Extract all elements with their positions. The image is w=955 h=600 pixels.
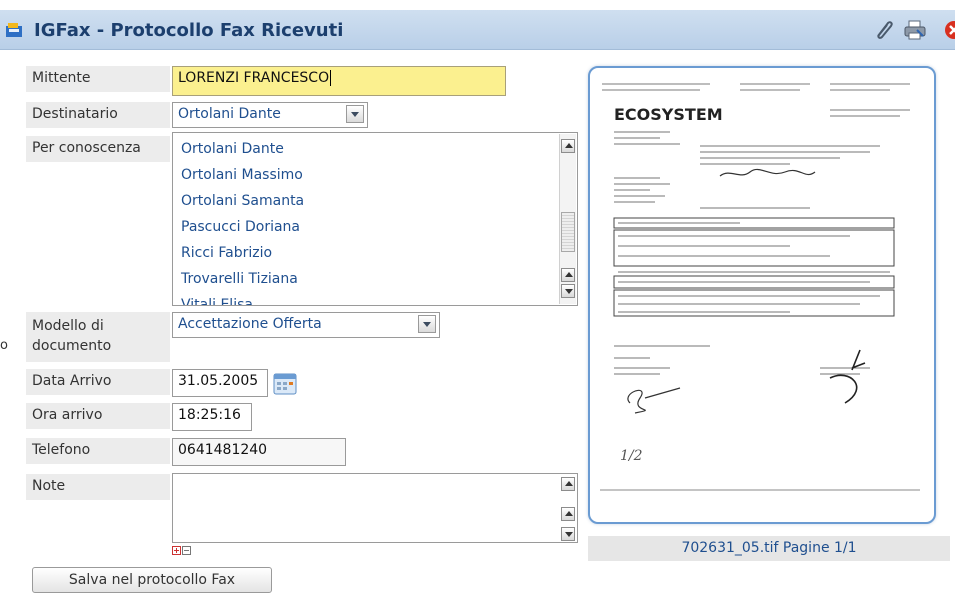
list-item[interactable]: Ortolani Dante (181, 141, 284, 157)
chevron-down-icon[interactable] (346, 105, 364, 123)
data-arrivo-label: Data Arrivo (26, 369, 170, 395)
save-button[interactable]: Salva nel protocollo Fax (32, 567, 272, 593)
modello-select[interactable]: Accettazione Offerta (172, 312, 440, 338)
telefono-field[interactable]: 0641481240 (172, 438, 346, 466)
modello-label-line2: documento (32, 338, 112, 354)
resize-icon[interactable] (172, 546, 192, 556)
per-conoscenza-list[interactable]: Ortolani Dante Ortolani Massimo Ortolani… (172, 132, 578, 306)
per-conoscenza-label: Per conoscenza (26, 136, 170, 162)
destinatario-value: Ortolani Dante (178, 106, 281, 122)
note-label: Note (26, 474, 170, 500)
destinatario-select[interactable]: Ortolani Dante (172, 102, 368, 128)
fax-logo-text: ECOSYSTEM (614, 105, 723, 124)
note-textarea[interactable] (172, 473, 578, 543)
scroll-down-icon[interactable] (561, 527, 575, 541)
scroll-up-icon[interactable] (561, 268, 575, 282)
preview-caption: 702631_05.tif Pagine 1/1 (588, 536, 950, 561)
list-item[interactable]: Trovarelli Tiziana (181, 271, 298, 287)
list-scrollbar[interactable] (559, 134, 576, 304)
modello-label-line1: Modello di (32, 318, 104, 334)
mittente-value: LORENZI FRANCESCO (178, 70, 330, 86)
title-bar: IGFax - Protocollo Fax Ricevuti (0, 10, 955, 50)
scroll-up-icon[interactable] (561, 477, 575, 491)
list-item[interactable]: Vitali Elisa (181, 297, 253, 305)
scroll-up-icon[interactable] (561, 139, 575, 153)
note-scrollbar[interactable] (560, 475, 576, 541)
modello-label: Modello di documento (26, 312, 170, 362)
list-item[interactable]: Ortolani Massimo (181, 167, 303, 183)
print-icon[interactable] (903, 19, 927, 41)
fax-page-mark: 1/2 (620, 448, 643, 464)
scroll-down-icon[interactable] (561, 284, 575, 298)
window-title: IGFax - Protocollo Fax Ricevuti (34, 20, 344, 41)
ora-arrivo-label: Ora arrivo (26, 403, 170, 429)
scroll-thumb[interactable] (561, 212, 575, 252)
data-arrivo-field[interactable]: 31.05.2005 (172, 369, 268, 397)
destinatario-label: Destinatario (26, 102, 170, 128)
fax-preview[interactable]: ECOSYSTEM 1/2 (588, 66, 936, 524)
ora-arrivo-field[interactable]: 18:25:16 (172, 403, 252, 431)
chevron-down-icon[interactable] (418, 315, 436, 333)
scroll-up-icon[interactable] (561, 507, 575, 521)
list-item[interactable]: Ortolani Samanta (181, 193, 304, 209)
app-fax-icon (6, 23, 22, 37)
close-icon[interactable] (942, 19, 955, 41)
mittente-field[interactable]: LORENZI FRANCESCO (172, 66, 506, 96)
fax-page-image: ECOSYSTEM 1/2 (596, 74, 928, 516)
list-item[interactable]: Pascucci Doriana (181, 219, 300, 235)
list-item[interactable]: Ricci Fabrizio (181, 245, 272, 261)
calendar-icon[interactable] (273, 371, 297, 395)
left-edge-fragment: o (0, 338, 8, 353)
modello-value: Accettazione Offerta (178, 316, 322, 332)
telefono-label: Telefono (26, 438, 170, 464)
paperclip-icon[interactable] (872, 19, 896, 41)
mittente-label: Mittente (26, 66, 170, 92)
